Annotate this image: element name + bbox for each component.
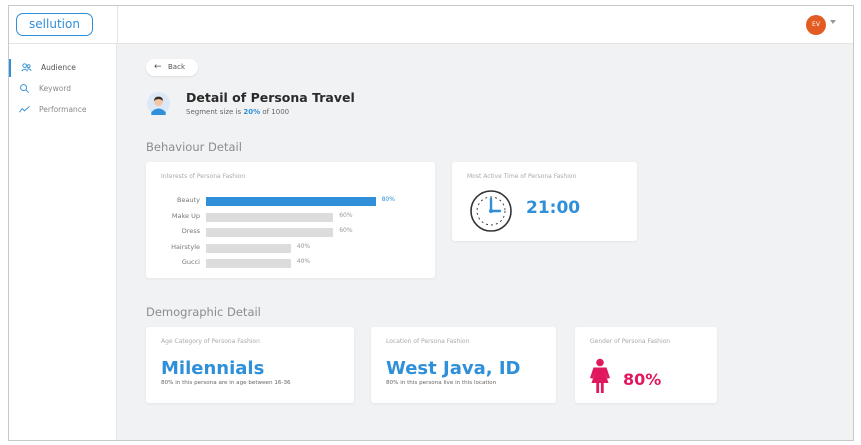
sidebar-item-label: Audience [41, 63, 76, 72]
interests-card: Interests of Persona Fashion Beauty 80% Ma… [146, 162, 435, 278]
active-time-card: Most Active Time of Persona Fashion 21:0… [452, 162, 637, 241]
sidebar-item-label: Performance [39, 105, 87, 114]
bar-row-3: Hairstyle 40% [146, 242, 436, 254]
bar-row-2: Dress 60% [146, 226, 436, 238]
age-description: 80% in this persona are in age between 1… [161, 380, 291, 386]
logo[interactable]: sellution [16, 13, 93, 36]
age-category-value: Milennials [161, 358, 265, 379]
page-title: Detail of Persona Travel [186, 90, 355, 105]
bar-label: Make Up [171, 211, 200, 220]
user-avatar[interactable]: EV [806, 15, 826, 35]
bar-label: Hairstyle [171, 242, 200, 251]
bar-value-label: 60% [339, 211, 353, 219]
gender-card: Gender of Persona Fashion 80% [575, 327, 717, 403]
clock-icon [470, 190, 512, 232]
top-bar: sellution EV [9, 6, 853, 44]
bar-label: Gucci [181, 258, 200, 266]
bar-value-label: 60% [339, 227, 353, 234]
bar-row-1: Make Up 60% [146, 211, 436, 223]
bar-label: Beauty [177, 196, 200, 204]
card-title: Interests of Persona Fashion [161, 173, 246, 180]
bar-fill [206, 243, 291, 253]
location-description: 80% in this persona live in this locatio… [386, 380, 497, 386]
chevron-down-icon[interactable] [830, 20, 836, 24]
card-title: Most Active Time of Persona Fashion [467, 173, 577, 180]
bar-row-0: Beauty 80% [146, 195, 436, 207]
search-icon [20, 84, 30, 94]
bar-track [206, 259, 376, 268]
trend-icon [19, 105, 30, 113]
bar-row-4: Gucci 40% [146, 257, 436, 269]
female-icon [590, 358, 610, 393]
card-title: Gender of Persona Fashion [590, 338, 671, 345]
topbar-divider [117, 6, 118, 44]
bar-track [206, 197, 376, 206]
bar-value-label: 40% [296, 242, 311, 250]
bar-fill [206, 228, 334, 237]
active-time-value: 21:00 [526, 198, 581, 218]
sidebar-item-label: Keyword [39, 84, 72, 93]
sidebar: Audience Keyword Performance [9, 44, 117, 440]
demographic-section-title: Demographic Detail [146, 305, 261, 319]
bar-value-label: 40% [296, 258, 311, 265]
age-card: Age Category of Persona Fashion Milennia… [146, 327, 354, 403]
bar-fill [206, 259, 291, 268]
sidebar-item-keyword[interactable]: Keyword [9, 80, 116, 98]
bar-track [206, 243, 376, 253]
arrow-left-icon: ← [154, 62, 162, 72]
location-card: Location of Persona Fashion West Java, I… [371, 327, 556, 403]
sidebar-item-audience[interactable]: Audience [9, 59, 116, 77]
persona-avatar [147, 92, 170, 115]
back-button[interactable]: ← Back [146, 59, 198, 76]
users-icon [21, 63, 32, 72]
behaviour-section-title: Behaviour Detail [146, 140, 242, 154]
app-window: sellution EV Audience Keyword Performanc… [8, 5, 854, 441]
bar-value-label: 80% [381, 196, 395, 203]
segment-size: Segment size is 20% of 1000 [186, 108, 290, 116]
bar-fill [206, 212, 334, 222]
sidebar-item-performance[interactable]: Performance [9, 101, 116, 119]
location-value: West Java, ID [386, 358, 521, 379]
bar-label: Dress [181, 227, 200, 235]
card-title: Location of Persona Fashion [386, 338, 470, 345]
gender-value: 80% [623, 370, 662, 389]
bar-fill [206, 197, 376, 206]
card-title: Age Category of Persona Fashion [161, 338, 260, 345]
